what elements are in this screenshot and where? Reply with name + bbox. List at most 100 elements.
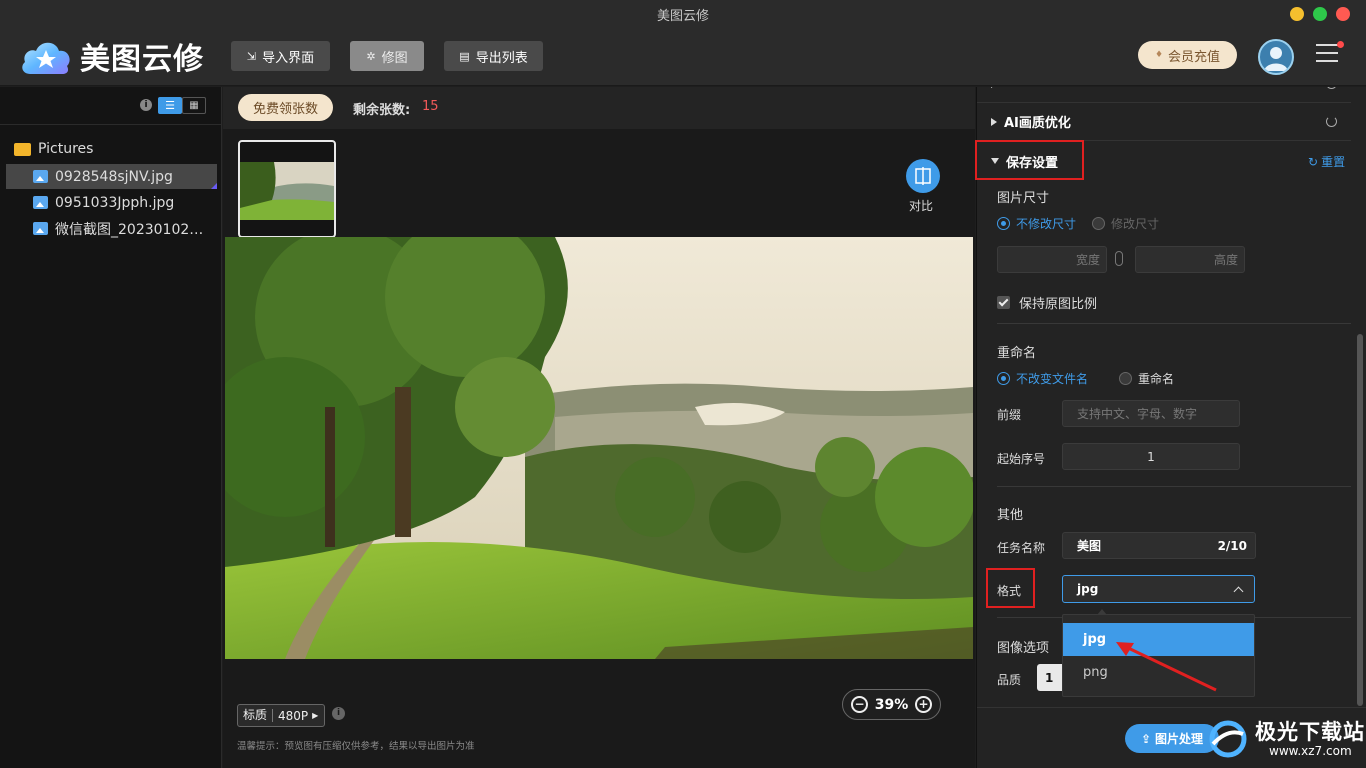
export-list-button[interactable]: ▤ 导出列表 [444,41,543,71]
size-label: 图片尺寸 [997,191,1050,206]
radio-keep-filename[interactable]: 不改变文件名 [997,370,1088,387]
process-label: 图片处理 [1155,732,1204,746]
zoom-value: 39% [874,696,909,713]
folder-label: Pictures [38,141,94,157]
diamond-icon: ♦ [1154,50,1164,60]
image-file-icon [33,170,48,183]
format-value: jpg [1077,582,1099,596]
menu-icon[interactable] [1316,44,1338,64]
watermark-url: www.xz7.com [1269,744,1352,758]
file-item[interactable]: 0928548sjNV.jpg [6,164,217,189]
refresh-icon[interactable] [1326,87,1337,89]
radio-rename[interactable]: 重命名 [1119,370,1174,387]
free-quota-button[interactable]: 免费领张数 [238,94,333,121]
section-title: AI画质优化 [1004,116,1071,131]
export-list-label: 导出列表 [475,50,528,66]
height-input[interactable]: 高度 [1135,246,1245,273]
image-file-icon [33,222,48,235]
radio-dot [997,372,1010,385]
retouch-label: 修图 [381,50,408,66]
remaining-label: 剩余张数: [353,103,411,118]
start-index-input[interactable]: 1 [1062,443,1240,470]
app-name: 美图云修 [80,42,204,77]
folder-item-pictures[interactable]: Pictures [14,141,93,157]
expand-arrow-icon [991,117,997,126]
vip-recharge-button[interactable]: ♦ 会员充值 [1138,41,1237,69]
caret-right-icon: ▶ [312,711,319,720]
highlight-box [975,140,1084,180]
highlight-box [986,568,1035,608]
title-bar: 美图云修 美图云修 ⇲ 导入界面 ✲ 修图 ▤ 导出列表 ♦ 会员充值 [0,0,1366,86]
user-icon [1264,47,1288,71]
task-name-label: 任务名称 [997,541,1046,555]
import-view-label: 导入界面 [262,50,315,66]
thumbnail-image [240,162,334,220]
reset-button[interactable]: ↻ 重置 [1308,153,1345,170]
zoom-out-icon[interactable]: − [851,696,868,713]
list-view-toggle[interactable]: ☰ [158,97,182,114]
import-icon: ⇲ [246,49,257,63]
other-label: 其他 [997,508,1024,523]
section-header-hidden[interactable] [977,87,1351,103]
prefix-label: 前缀 [997,408,1022,422]
divider [997,323,1351,324]
file-item[interactable]: 0951033Jpph.jpg [6,190,217,215]
panel-scrollbar[interactable] [1357,334,1363,706]
radio-label: 不修改尺寸 [1016,217,1077,231]
grid-view-toggle[interactable]: ▦ [182,97,206,114]
close-button[interactable] [1336,7,1350,21]
annotation-arrow [1116,642,1217,692]
radio-keep-size[interactable]: 不修改尺寸 [997,215,1076,232]
remaining-count: 15 [422,99,439,114]
link-icon[interactable] [1115,251,1123,266]
editor-area: 免费领张数 剩余张数: 15 对比 标质 480P ▶ i 温馨提示：预览图有压… [223,87,975,768]
image-options-label: 图像选项 [997,641,1050,656]
start-index-label: 起始序号 [997,452,1046,466]
section-ai-quality[interactable]: AI画质优化 [977,103,1351,141]
upload-icon: ⇪ [1140,731,1152,746]
quality-value: 480P [278,708,309,723]
landscape-photo [225,237,973,659]
keep-ratio-checkbox[interactable]: 保持原图比例 [997,293,1097,312]
reset-label: 重置 [1321,155,1346,169]
info-icon[interactable]: i [140,99,152,111]
compare-icon [915,167,931,185]
compare-label: 对比 [909,199,934,213]
window-title: 美图云修 [656,9,709,24]
file-name: 微信截图_20230102… [55,221,204,238]
zoom-control: − 39% + [842,689,941,720]
maximize-button[interactable] [1313,7,1327,21]
refresh-icon[interactable] [1326,116,1337,127]
format-select[interactable]: jpg [1062,575,1255,603]
radio-label: 修改尺寸 [1111,217,1160,231]
width-input[interactable]: 宽度 [997,246,1107,273]
preview-quality-toggle[interactable]: 标质 480P ▶ [237,704,325,727]
task-name-value: 美图 [1077,539,1102,553]
compare-button[interactable] [906,159,940,193]
radio-change-size[interactable]: 修改尺寸 [1092,215,1159,232]
radio-dot [1092,217,1105,230]
divider [997,486,1351,487]
grid-icon: ▦ [189,100,199,111]
zoom-in-icon[interactable]: + [914,696,932,713]
reset-icon: ↻ [1308,154,1319,169]
file-item[interactable]: 微信截图_20230102… [6,216,217,241]
avatar[interactable] [1258,39,1294,75]
import-view-button[interactable]: ⇲ 导入界面 [231,41,330,71]
task-name-input[interactable]: 美图 2/10 [1062,532,1256,559]
watermark-logo-icon [1209,720,1247,758]
editor-toolbar: 免费领张数 剩余张数: 15 [223,87,975,129]
image-thumbnail[interactable] [238,140,336,238]
image-preview[interactable] [225,237,973,659]
retouch-button[interactable]: ✲ 修图 [350,41,424,71]
task-name-count: 2/10 [1217,538,1247,553]
image-file-icon [33,196,48,209]
prefix-input[interactable]: 支持中文、字母、数字 [1062,400,1240,427]
minimize-button[interactable] [1290,7,1304,21]
info-icon[interactable]: i [332,707,345,720]
radio-dot [1119,372,1132,385]
expand-arrow-icon [991,87,997,88]
radio-dot [997,217,1010,230]
chevron-up-icon [1233,586,1244,596]
quality-label: 标质 [238,709,274,722]
